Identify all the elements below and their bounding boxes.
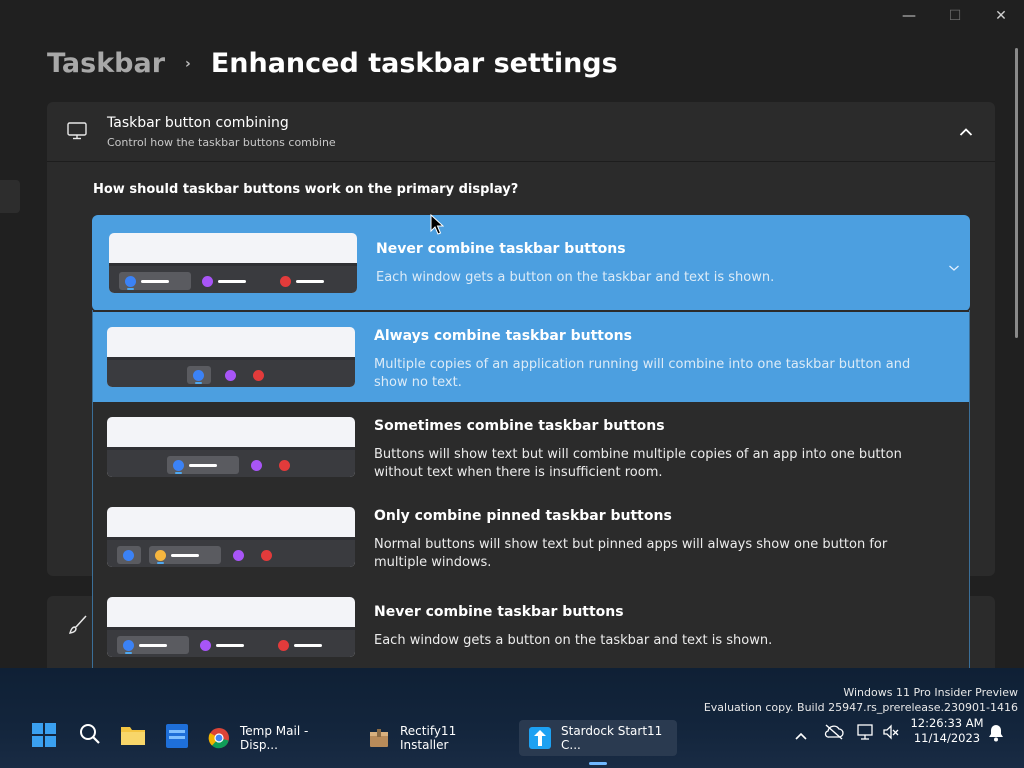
close-button[interactable]: ✕ xyxy=(978,0,1024,32)
card-title: Taskbar button combining xyxy=(107,115,289,131)
file-explorer-icon[interactable] xyxy=(120,724,146,750)
taskbar-app-start11[interactable]: Stardock Start11 C... xyxy=(519,720,677,756)
option-title: Always combine taskbar buttons xyxy=(374,328,632,344)
option-description: Each window gets a button on the taskbar… xyxy=(374,633,773,648)
option-sometimes-combine[interactable]: Sometimes combine taskbar buttons Button… xyxy=(93,402,969,492)
tray-chevron-icon[interactable] xyxy=(794,726,808,745)
card-header[interactable]: Taskbar button combining Control how the… xyxy=(47,102,995,162)
windows-start-icon[interactable] xyxy=(32,723,56,751)
taskbar-app-chrome[interactable]: Temp Mail - Disp... xyxy=(198,720,348,756)
start11-icon xyxy=(529,727,551,749)
clock-date: 11/14/2023 xyxy=(913,731,981,745)
monitor-icon xyxy=(67,122,87,144)
option-title: Sometimes combine taskbar buttons xyxy=(374,418,665,434)
option-title: Only combine pinned taskbar buttons xyxy=(374,508,672,524)
option-description: Multiple copies of an application runnin… xyxy=(374,357,911,390)
app-store-icon[interactable] xyxy=(166,722,188,752)
breadcrumb: Taskbar › Enhanced taskbar settings xyxy=(47,48,618,79)
chevron-down-icon xyxy=(948,257,960,276)
option-title: Never combine taskbar buttons xyxy=(374,604,624,620)
card-subtitle: Control how the taskbar buttons combine xyxy=(107,136,336,149)
taskbar-app-label: Temp Mail - Disp... xyxy=(240,724,309,752)
nav-selection-indicator xyxy=(0,180,20,213)
pinned-combine-preview xyxy=(107,507,355,567)
combobox-selected-title: Never combine taskbar buttons xyxy=(376,241,626,257)
settings-window: — ☐ ✕ Taskbar › Enhanced taskbar setting… xyxy=(0,0,1024,668)
option-description: Buttons will show text but will combine … xyxy=(374,447,902,480)
volume-muted-icon[interactable] xyxy=(882,723,900,745)
chrome-icon xyxy=(208,727,230,749)
network-icon[interactable] xyxy=(857,723,875,745)
taskbar: Temp Mail - Disp... Rectify11 Installer … xyxy=(0,710,1024,768)
chevron-up-icon[interactable] xyxy=(959,122,973,141)
watermark-edition: Windows 11 Pro Insider Preview xyxy=(843,686,1018,699)
scrollbar[interactable] xyxy=(1015,48,1018,338)
taskbar-app-label: Rectify11 Installer xyxy=(400,724,457,752)
sometimes-combine-preview xyxy=(107,417,355,477)
combobox-selected-description: Each window gets a button on the taskbar… xyxy=(376,270,775,285)
primary-display-question: How should taskbar buttons work on the p… xyxy=(93,182,519,197)
taskbar-clock[interactable]: 12:26:33 AM 11/14/2023 xyxy=(902,716,992,746)
always-combine-preview xyxy=(107,327,355,387)
search-icon[interactable] xyxy=(78,722,102,750)
page-title: Enhanced taskbar settings xyxy=(210,48,618,79)
active-app-indicator xyxy=(589,762,607,765)
never-combine-preview xyxy=(107,597,355,657)
never-combine-preview xyxy=(109,233,357,293)
option-never-combine[interactable]: Never combine taskbar buttons Each windo… xyxy=(93,582,969,668)
breadcrumb-taskbar-link[interactable]: Taskbar xyxy=(47,48,165,79)
option-description: Normal buttons will show text but pinned… xyxy=(374,537,888,570)
option-always-combine[interactable]: Always combine taskbar buttons Multiple … xyxy=(93,312,969,402)
maximize-button[interactable]: ☐ xyxy=(932,0,978,32)
brush-icon xyxy=(67,614,89,640)
combine-mode-combobox[interactable]: Never combine taskbar buttons Each windo… xyxy=(92,215,970,311)
clock-time: 12:26:33 AM xyxy=(910,716,984,730)
mouse-cursor-icon xyxy=(430,214,444,235)
taskbar-app-label: Stardock Start11 C... xyxy=(561,724,663,752)
installer-icon xyxy=(368,727,390,749)
option-pinned-combine[interactable]: Only combine pinned taskbar buttons Norm… xyxy=(93,492,969,582)
minimize-button[interactable]: — xyxy=(886,0,932,32)
cloud-offline-icon[interactable] xyxy=(824,724,844,744)
taskbar-app-rectify11[interactable]: Rectify11 Installer xyxy=(358,720,508,756)
chevron-right-icon: › xyxy=(185,55,191,72)
combine-mode-dropdown-list: Always combine taskbar buttons Multiple … xyxy=(92,310,970,668)
